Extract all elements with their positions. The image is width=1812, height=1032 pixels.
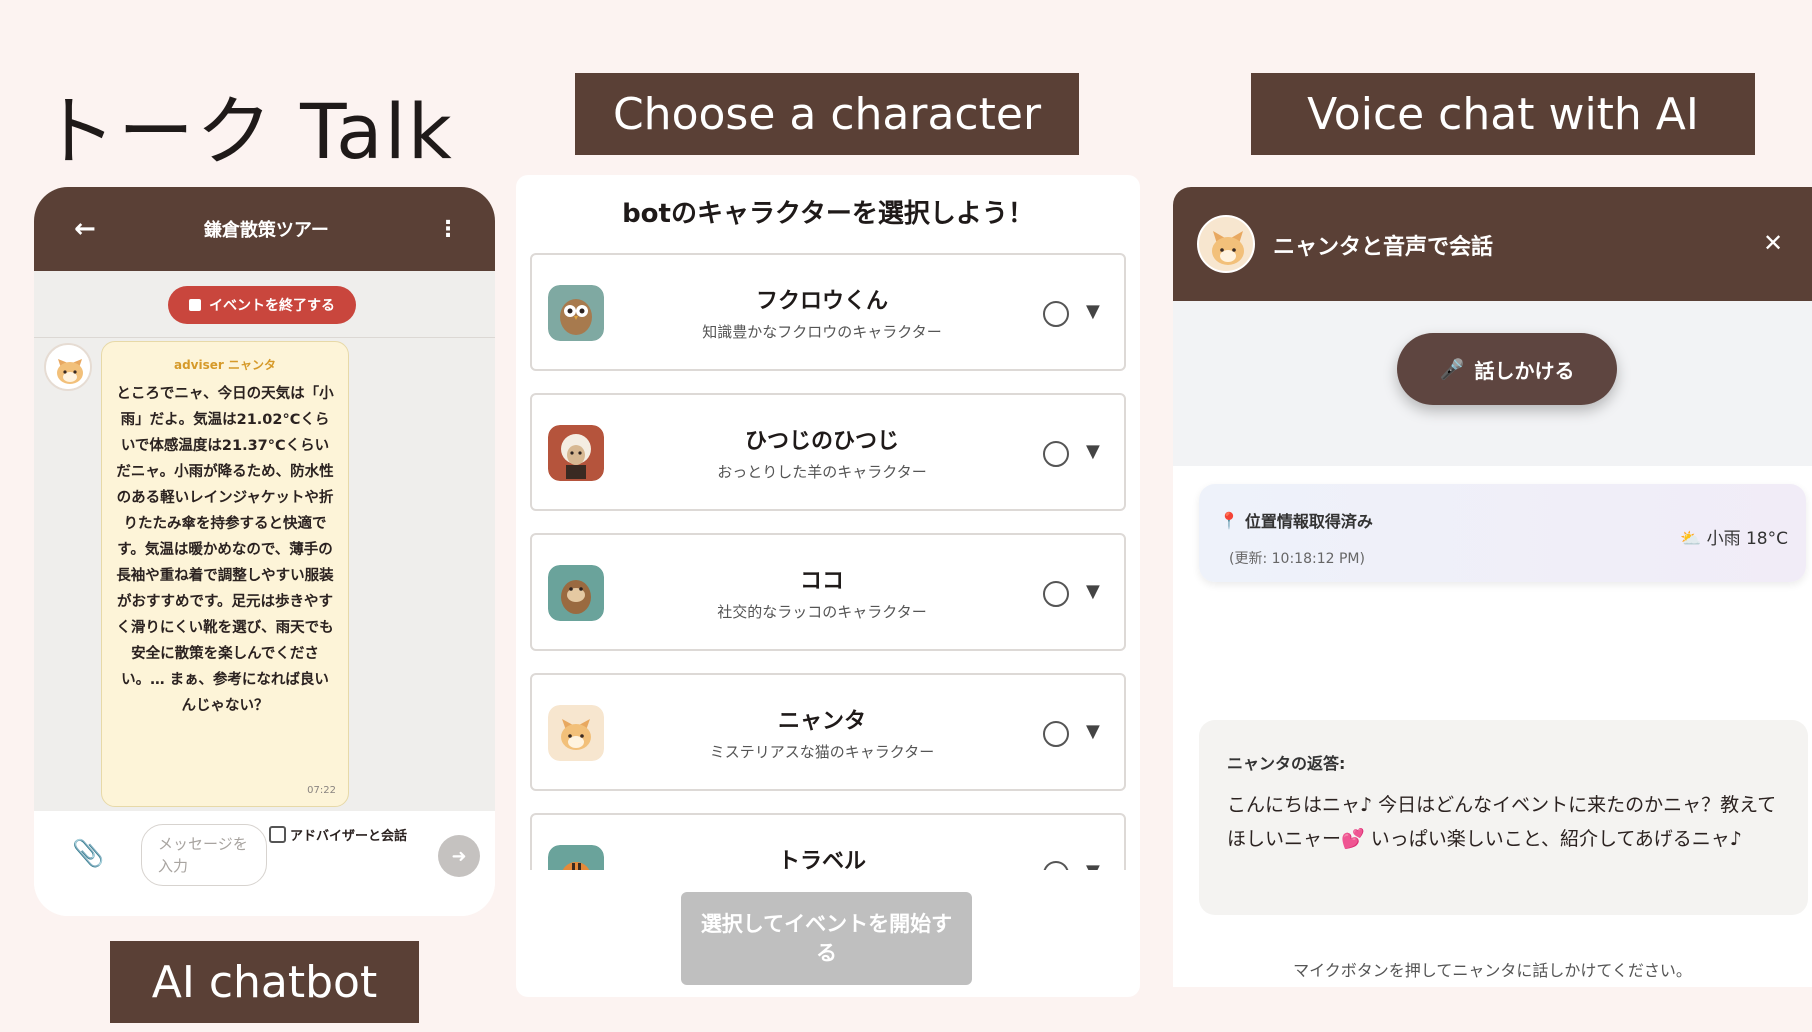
expand-caret-icon[interactable]: ▼ [1086,861,1100,870]
label-ai-chatbot: AI chatbot [110,941,419,1023]
voice-header: ニャンタと音声で会話 ✕ [1173,187,1812,301]
back-arrow-icon[interactable]: ← [74,214,96,244]
message-sender: adviser ニャンタ [173,358,276,372]
chat-body: イベントを終了する adviser ニャンタ ところでニャ、今日の天気は「小雨」… [34,271,495,811]
chat-message-bubble: adviser ニャンタ ところでニャ、今日の天気は「小雨」だよ。気温は21.0… [101,341,349,807]
more-menu-icon[interactable]: ⋮ [437,217,459,242]
character-desc: おっとりした羊のキャラクター [717,463,927,481]
radio-button[interactable] [1043,581,1069,607]
character-name: ココ [799,569,844,594]
radio-button[interactable] [1043,441,1069,467]
cat-icon [548,705,604,761]
stop-icon [189,299,201,311]
location-status: 📍 位置情報取得済み [1219,508,1373,532]
message-input[interactable]: メッセージを入力 [141,824,267,886]
location-card: 📍 位置情報取得済み (更新: 10:18:12 PM) ⛅ 小雨 18°C [1199,484,1806,582]
character-desc: 社交的なラッコのキャラクター [717,603,927,621]
character-card-sheep[interactable]: ひつじのひつじ おっとりした羊のキャラクター ▼ [530,393,1126,511]
radio-button[interactable] [1043,301,1069,327]
paperclip-icon[interactable]: 📎 [72,839,104,869]
character-desc: 知識豊かなフクロウのキャラクター [702,323,942,341]
character-card-travel[interactable]: トラベル ▼ [530,813,1126,870]
character-card-otter[interactable]: ココ 社交的なラッコのキャラクター ▼ [530,533,1126,651]
close-icon[interactable]: ✕ [1763,229,1783,257]
character-card-cat[interactable]: ニャンタ ミステリアスな猫のキャラクター ▼ [530,673,1126,791]
owl-icon [548,285,604,341]
otter-icon [548,565,604,621]
weather-badge: ⛅ 小雨 18°C [1680,529,1788,549]
voice-chat-panel: ニャンタと音声で会話 ✕ 🎤 話しかける 📍 位置情報取得済み (更新: 10:… [1173,187,1812,987]
talk-button[interactable]: 🎤 話しかける [1397,333,1617,405]
chat-title: 鎌倉散策ツアー [203,220,329,241]
tiger-icon [548,845,604,870]
location-status-text: 位置情報取得済み [1244,512,1373,531]
character-name: フクロウくん [755,289,888,314]
voice-title: ニャンタと音声で会話 [1273,235,1494,260]
character-card-owl[interactable]: フクロウくん 知識豊かなフクロウのキャラクター ▼ [530,253,1126,371]
start-event-button[interactable]: 選択してイベントを開始する [681,892,972,985]
select-title: botのキャラクターを選択しよう！ [622,199,1034,229]
microphone-icon: 🎤 [1439,357,1465,381]
chat-panel: ← 鎌倉散策ツアー ⋮ イベントを終了する adviser ニャンタ ところでニ… [34,187,495,916]
message-time: 07:22 [307,785,336,796]
location-pin-icon: 📍 [1219,510,1239,530]
character-desc: ミステリアスな猫のキャラクター [709,743,935,761]
end-event-label: イベントを終了する [209,298,335,314]
send-button[interactable]: ➜ [438,835,480,877]
cat-avatar [44,343,92,391]
talk-button-label: 話しかける [1474,358,1575,383]
expand-caret-icon[interactable]: ▼ [1086,301,1100,322]
character-name: トラベル [777,849,866,870]
radio-button[interactable] [1043,721,1069,747]
label-choose-character: Choose a character [575,73,1079,155]
chat-input-bar: 📎 メッセージを入力 アドバイザーと会話 ➜ [34,811,495,916]
location-updated: (更新: 10:18:12 PM) [1229,551,1365,567]
advisor-checkbox[interactable]: アドバイザーと会話 [269,825,407,844]
end-event-button[interactable]: イベントを終了する [168,286,356,324]
message-text: ところでニャ、今日の天気は「小雨」だよ。気温は21.02°Cくらいで体感温度は2… [116,386,334,714]
cat-avatar [1197,215,1255,273]
voice-controls: 🎤 話しかける [1173,301,1812,466]
label-voice-chat: Voice chat with AI [1251,73,1755,155]
character-name: ひつじのひつじ [744,429,899,454]
character-select-panel: botのキャラクターを選択しよう！ フクロウくん 知識豊かなフクロウのキャラクタ… [516,175,1140,997]
send-arrow-icon: ➜ [451,845,467,867]
checkbox-icon[interactable] [269,826,286,843]
reply-card: ニャンタの返答: こんにちはニャ♪ 今日はどんなイベントに来たのかニャ？教えてほ… [1199,720,1808,915]
expand-caret-icon[interactable]: ▼ [1086,441,1100,462]
reply-label: ニャンタの返答: [1227,754,1346,773]
page-title: トーク Talk [40,87,454,176]
expand-caret-icon[interactable]: ▼ [1086,721,1100,742]
character-name: ニャンタ [777,709,866,734]
sheep-icon [548,425,604,481]
divider [34,337,495,338]
radio-button[interactable] [1043,861,1069,870]
reply-text: こんにちはニャ♪ 今日はどんなイベントに来たのかニャ？教えてほしいニャー💕 いっ… [1227,794,1777,850]
expand-caret-icon[interactable]: ▼ [1086,581,1100,602]
character-list[interactable]: フクロウくん 知識豊かなフクロウのキャラクター ▼ ひつじのひつじ おっとりした… [530,253,1126,870]
chat-header: ← 鎌倉散策ツアー ⋮ [34,187,495,271]
advisor-checkbox-label: アドバイザーと会話 [290,829,408,844]
voice-hint: マイクボタンを押してニャンタに話しかけてください。 [1293,961,1692,980]
